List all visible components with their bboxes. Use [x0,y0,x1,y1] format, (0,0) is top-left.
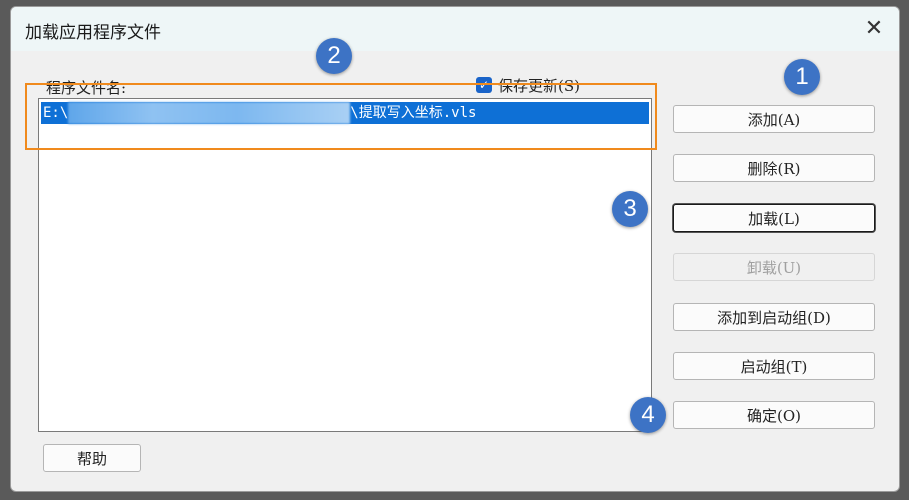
list-item[interactable]: E:\ \提取写入坐标.vls [41,102,649,124]
ok-button[interactable]: 确定(O) [673,401,875,429]
help-button[interactable]: 帮助 [43,444,141,472]
unload-button: 卸载(U) [673,253,875,281]
filename-label: 程序文件名: [46,79,127,97]
add-to-startup-button[interactable]: 添加到启动组(D) [673,303,875,331]
add-button[interactable]: 添加(A) [673,105,875,133]
load-application-dialog: 加载应用程序文件 ✕ 程序文件名: ✓ 保存更新(S) E:\ \提取写入坐标.v… [10,6,900,492]
window-title: 加载应用程序文件 [25,23,161,43]
close-icon[interactable]: ✕ [857,13,891,45]
step-badge-4: 4 [630,397,666,433]
list-item-suffix: \提取写入坐标.vls [350,105,477,121]
step-badge-1: 1 [784,59,820,95]
remove-button[interactable]: 删除(R) [673,154,875,182]
redacted-path [68,102,351,124]
save-updates-checkbox[interactable]: ✓ 保存更新(S) [476,75,580,95]
list-item-prefix: E:\ [43,105,69,121]
startup-group-button[interactable]: 启动组(T) [673,352,875,380]
save-updates-label: 保存更新(S) [498,76,580,95]
step-badge-2: 2 [316,38,352,74]
step-badge-3: 3 [612,191,648,227]
load-button[interactable]: 加载(L) [673,204,875,232]
program-file-list[interactable]: E:\ \提取写入坐标.vls [38,98,652,432]
checkmark-icon: ✓ [476,77,492,93]
title-bar: 加载应用程序文件 ✕ [11,7,899,51]
